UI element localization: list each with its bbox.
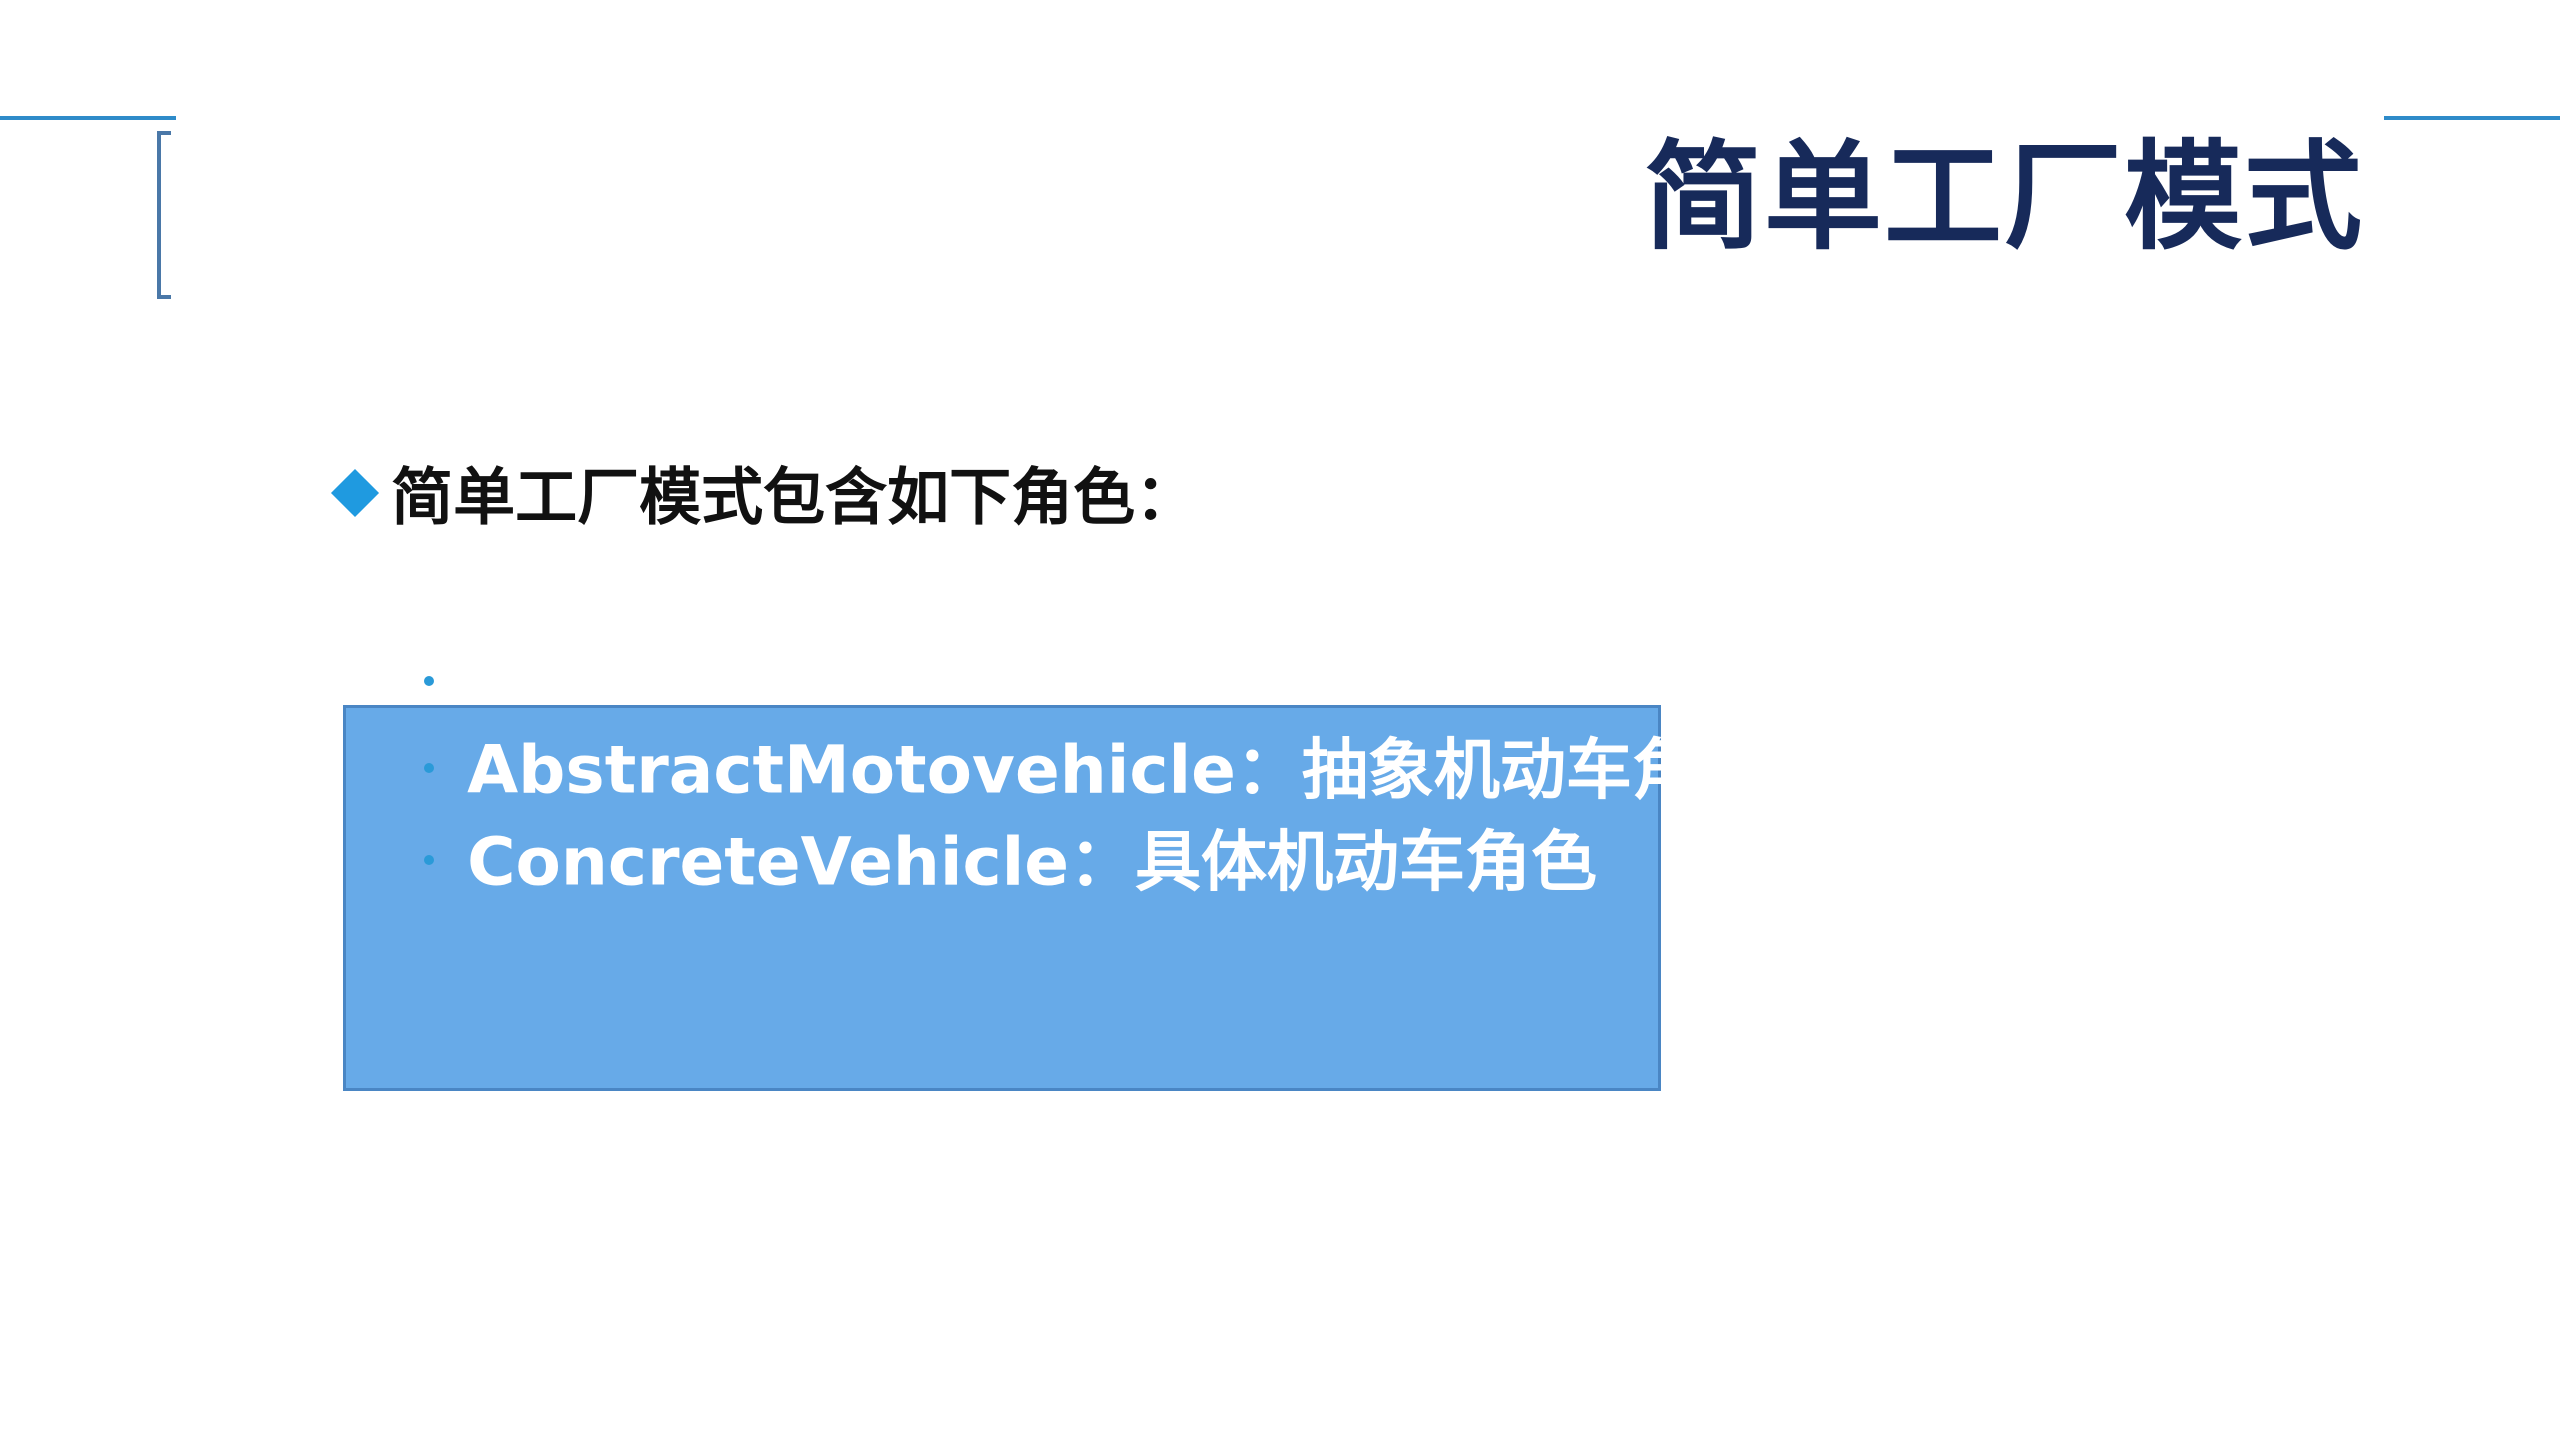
list-item-text: AbstractMotovehicle：抽象机动车角色 <box>467 731 1764 809</box>
decorative-top-line-left <box>0 116 176 120</box>
decorative-top-line-right <box>2384 116 2560 120</box>
list-item: ConcreteVehicle：具体机动车角色 <box>420 822 1597 902</box>
slide: 简单工厂模式 简单工厂模式包含如下角色： AbstractMotovehicle… <box>0 0 2560 1440</box>
list-item-text: ConcreteVehicle：具体机动车角色 <box>467 823 1597 901</box>
decorative-bracket <box>157 131 171 299</box>
page-title: 简单工厂模式 <box>1643 128 2364 266</box>
diamond-bullet-icon <box>330 468 380 517</box>
bullet-dot-icon <box>424 762 434 773</box>
roles-heading: 简单工厂模式包含如下角色： <box>330 462 1197 532</box>
list-item: AbstractMotovehicle：抽象机动车角色 <box>420 730 1764 810</box>
bullet-dot-icon <box>424 854 434 865</box>
partially-hidden-bullet-icon <box>424 676 434 686</box>
roles-heading-text: 简单工厂模式包含如下角色： <box>391 460 1198 534</box>
